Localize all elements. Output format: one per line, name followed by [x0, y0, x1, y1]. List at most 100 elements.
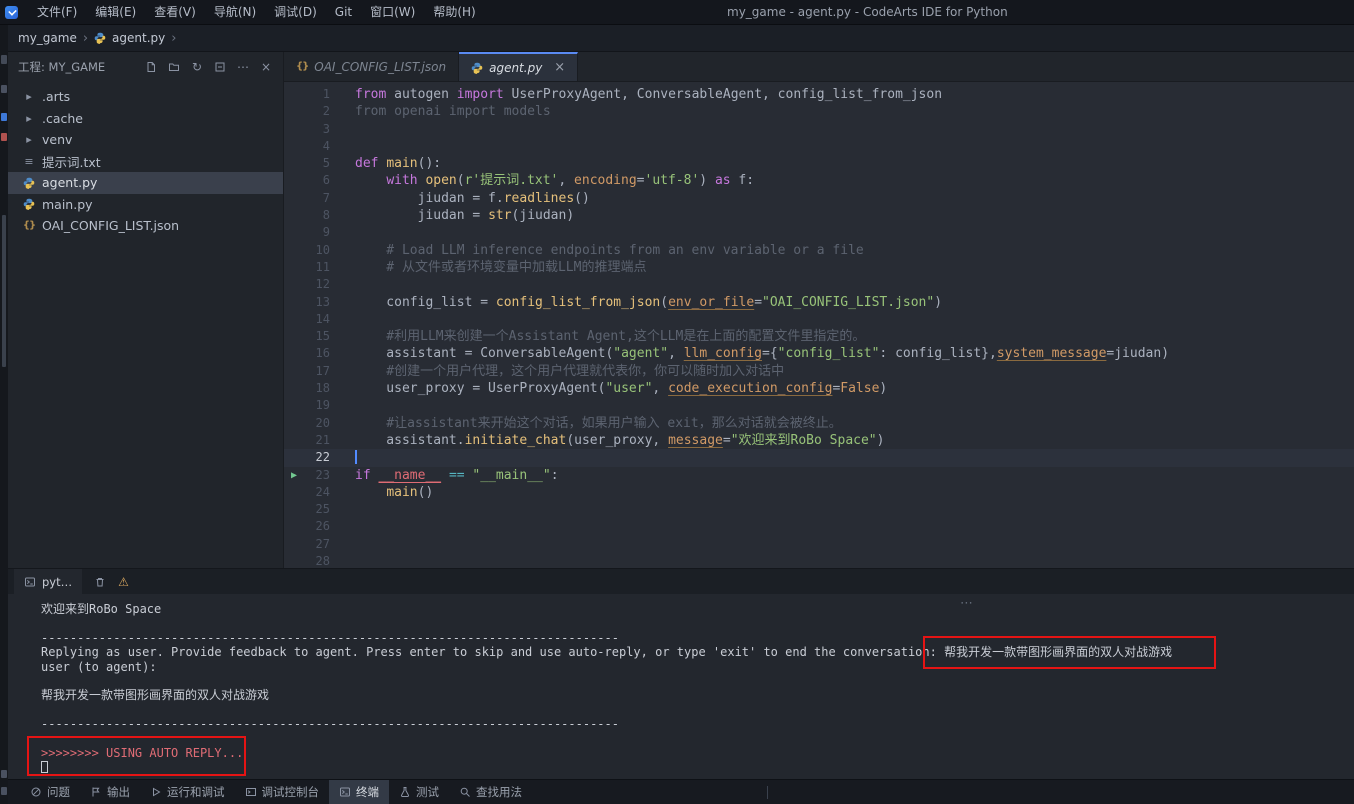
line-number: 13 — [284, 294, 330, 311]
statusbar-test[interactable]: 测试 — [389, 780, 449, 804]
run-icon[interactable]: ▶ — [291, 467, 297, 484]
menu-item[interactable]: 窗口(W) — [361, 0, 424, 25]
line-number: 27 — [284, 536, 330, 553]
statusbar-terminal[interactable]: 终端 — [329, 780, 389, 804]
code-line[interactable]: 4 — [284, 138, 1354, 155]
line-number: 26 — [284, 518, 330, 535]
code-line[interactable]: 11 # 从文件或者环境变量中加载LLM的推理端点 — [284, 259, 1354, 276]
tree-item-agent.py[interactable]: agent.py — [8, 172, 283, 194]
python-file-icon — [22, 198, 36, 210]
editor-tab-OAI_CONFIG_LIST.json[interactable]: {}OAI_CONFIG_LIST.json — [284, 52, 459, 81]
terminal-icon — [339, 786, 351, 798]
code-line[interactable]: 9 — [284, 224, 1354, 241]
code-text — [330, 276, 355, 293]
terminal-line: user (to agent): — [41, 660, 1354, 674]
code-line[interactable]: ▶23if __name__ == "__main__": — [284, 467, 1354, 484]
code-text — [330, 311, 355, 328]
code-line[interactable]: 1from autogen import UserProxyAgent, Con… — [284, 86, 1354, 103]
code-line[interactable]: 28 — [284, 553, 1354, 568]
tree-item-label: .arts — [42, 89, 70, 104]
output-icon — [90, 786, 102, 798]
code-line[interactable]: 25 — [284, 501, 1354, 518]
refresh-icon[interactable]: ↻ — [190, 60, 204, 74]
code-line[interactable]: 3 — [284, 121, 1354, 138]
code-text — [330, 518, 355, 535]
code-text: from autogen import UserProxyAgent, Conv… — [330, 86, 942, 103]
code-line[interactable]: 2from openai import models — [284, 103, 1354, 120]
line-number: 4 — [284, 138, 330, 155]
terminal-line — [41, 674, 1354, 688]
menu-item[interactable]: 编辑(E) — [86, 0, 145, 25]
code-line[interactable]: 6 with open(r'提示词.txt', encoding='utf-8'… — [284, 172, 1354, 189]
menu-item[interactable]: 查看(V) — [145, 0, 205, 25]
code-line[interactable]: 15 #利用LLM来创建一个Assistant Agent,这个LLM是在上面的… — [284, 328, 1354, 345]
rail-decoration — [1, 770, 7, 778]
code-line[interactable]: 21 assistant.initiate_chat(user_proxy, m… — [284, 432, 1354, 449]
tree-item-OAI_CONFIG_LIST.json[interactable]: {}OAI_CONFIG_LIST.json — [8, 215, 283, 237]
new-file-icon[interactable] — [144, 60, 158, 74]
tree-item-main.py[interactable]: main.py — [8, 194, 283, 216]
editor-tab-label: OAI_CONFIG_LIST.json — [314, 60, 446, 74]
menu-item[interactable]: Git — [326, 0, 361, 25]
tree-item-label: OAI_CONFIG_LIST.json — [42, 218, 179, 233]
terminal-output[interactable]: 欢迎来到RoBo Space--------------------------… — [8, 594, 1354, 779]
chevron-right-icon: › — [171, 31, 176, 46]
menu-item[interactable]: 文件(F) — [28, 0, 86, 25]
code-text: # 从文件或者环境变量中加载LLM的推理端点 — [330, 259, 646, 276]
codearts-logo-icon[interactable] — [5, 6, 18, 19]
tree-item-venv[interactable]: ▸venv — [8, 129, 283, 151]
code-line[interactable]: 10 # Load LLM inference endpoints from a… — [284, 242, 1354, 259]
close-icon[interactable]: × — [554, 60, 565, 75]
code-text: if __name__ == "__main__": — [330, 467, 559, 484]
menu-item[interactable]: 导航(N) — [205, 0, 265, 25]
code-line[interactable]: 19 — [284, 397, 1354, 414]
breadcrumb-file[interactable]: agent.py — [112, 31, 165, 45]
statusbar-find-usages[interactable]: 查找用法 — [449, 780, 532, 804]
code-line[interactable]: 18 user_proxy = UserProxyAgent("user", c… — [284, 380, 1354, 397]
code-line[interactable]: 14 — [284, 311, 1354, 328]
new-folder-icon[interactable] — [167, 60, 181, 74]
code-line[interactable]: 12 — [284, 276, 1354, 293]
tree-item-.arts[interactable]: ▸.arts — [8, 86, 283, 108]
menu-item[interactable]: 调试(D) — [265, 0, 326, 25]
statusbar-output[interactable]: 输出 — [80, 780, 140, 804]
close-icon[interactable]: × — [259, 60, 273, 74]
code-line[interactable]: 17 #创建一个用户代理，这个用户代理就代表你，你可以随时加入对话中 — [284, 363, 1354, 380]
statusbar-run-debug[interactable]: 运行和调试 — [140, 780, 235, 804]
code-line[interactable]: 7 jiudan = f.readlines() — [284, 190, 1354, 207]
test-icon — [399, 786, 411, 798]
line-number: 24 — [284, 484, 330, 501]
warning-icon[interactable]: ⚠ — [118, 575, 129, 589]
statusbar-debug-console[interactable]: 调试控制台 — [235, 780, 330, 804]
code-text: from openai import models — [330, 103, 551, 120]
text-file-icon: ≡ — [22, 155, 36, 168]
statusbar-problems[interactable]: 问题 — [20, 780, 80, 804]
code-line[interactable]: 24 main() — [284, 484, 1354, 501]
terminal-tab-label: pyt… — [42, 575, 72, 589]
code-area[interactable]: 1from autogen import UserProxyAgent, Con… — [284, 82, 1354, 568]
collapse-all-icon[interactable] — [213, 60, 227, 74]
terminal-panel-tab[interactable]: pyt… — [14, 569, 82, 594]
tree-item-.cache[interactable]: ▸.cache — [8, 108, 283, 130]
breadcrumb-project[interactable]: my_game — [18, 31, 77, 45]
terminal-cursor — [41, 761, 48, 773]
code-line[interactable]: 8 jiudan = str(jiudan) — [284, 207, 1354, 224]
code-line[interactable]: 27 — [284, 536, 1354, 553]
menu-item[interactable]: 帮助(H) — [424, 0, 484, 25]
code-line[interactable]: 5def main(): — [284, 155, 1354, 172]
trash-icon[interactable] — [94, 576, 106, 588]
codearts-ide-window: 文件(F)编辑(E)查看(V)导航(N)调试(D)Git窗口(W)帮助(H) m… — [0, 0, 1354, 804]
editor-tab-agent.py[interactable]: agent.py× — [459, 52, 578, 81]
code-line[interactable]: 22 — [284, 449, 1354, 466]
tree-item-提示词.txt[interactable]: ≡提示词.txt — [8, 151, 283, 173]
line-number: 14 — [284, 311, 330, 328]
line-number: 22 — [284, 449, 330, 466]
more-icon[interactable]: ⋯ — [236, 60, 250, 74]
statusbar-label: 调试控制台 — [262, 784, 320, 800]
statusbar-label: 输出 — [107, 784, 130, 800]
statusbar-label: 测试 — [416, 784, 439, 800]
code-line[interactable]: 13 config_list = config_list_from_json(e… — [284, 294, 1354, 311]
code-line[interactable]: 20 #让assistant来开始这个对话，如果用户输入 exit，那么对话就会… — [284, 415, 1354, 432]
code-line[interactable]: 16 assistant = ConversableAgent("agent",… — [284, 345, 1354, 362]
code-line[interactable]: 26 — [284, 518, 1354, 535]
